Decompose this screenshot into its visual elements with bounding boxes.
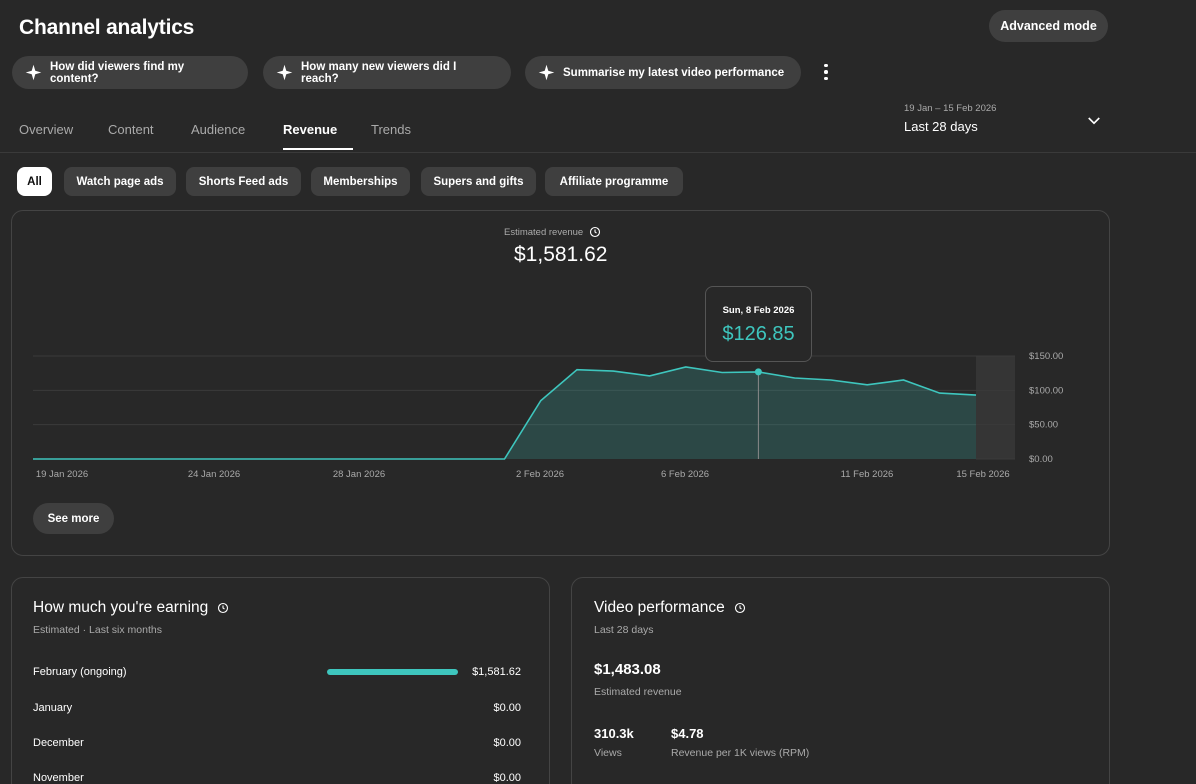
prompt-chip-label: How did viewers find my content? <box>50 60 185 85</box>
video-revenue-value: $1,483.08 <box>594 661 661 678</box>
earnings-month: December <box>33 737 84 749</box>
see-more-button[interactable]: See more <box>33 503 114 534</box>
video-performance-subtitle: Last 28 days <box>594 624 654 636</box>
filter-shorts-feed-ads[interactable]: Shorts Feed ads <box>186 167 301 196</box>
earnings-value: $1,581.62 <box>472 666 521 678</box>
filter-watch-page-ads[interactable]: Watch page ads <box>64 167 176 196</box>
prompt-chip-find-content[interactable]: How did viewers find my content? <box>12 56 248 89</box>
video-revenue-label: Estimated revenue <box>594 686 682 698</box>
active-tab-indicator <box>283 148 353 150</box>
earnings-row: February (ongoing) $1,581.62 <box>33 662 521 682</box>
date-period-selector[interactable]: Last 28 days <box>904 119 978 134</box>
clock-icon <box>218 602 229 614</box>
tab-trends[interactable]: Trends <box>371 122 411 137</box>
earnings-value: $0.00 <box>493 772 521 784</box>
rpm-label: Revenue per 1K views (RPM) <box>671 747 810 759</box>
video-performance-title: Video performance <box>594 599 746 617</box>
earnings-row: November $0.00 <box>33 768 521 784</box>
clock-icon <box>590 226 601 238</box>
earnings-row: December $0.00 <box>33 733 521 753</box>
page-title: Channel analytics <box>19 16 195 39</box>
earnings-subtitle: Estimated · Last six months <box>33 624 162 636</box>
earnings-value: $0.00 <box>493 737 521 749</box>
sparkle-icon <box>276 64 293 81</box>
earnings-title-text: How much you're earning <box>33 599 209 616</box>
earnings-month: January <box>33 702 73 714</box>
date-range: 19 Jan – 15 Feb 2026 <box>904 103 997 114</box>
earnings-title: How much you're earning <box>33 599 229 617</box>
chevron-down-icon[interactable] <box>1085 112 1103 130</box>
tab-audience[interactable]: Audience <box>191 122 245 137</box>
tab-content[interactable]: Content <box>108 122 154 137</box>
earnings-bar <box>327 669 458 675</box>
rpm-value: $4.78 <box>671 726 704 741</box>
estimated-revenue-text: Estimated revenue <box>504 226 584 238</box>
filter-affiliate-programme[interactable]: Affiliate programme <box>545 167 683 196</box>
views-value: 310.3k <box>594 726 634 741</box>
prompt-chip-new-viewers[interactable]: How many new viewers did I reach? <box>263 56 511 89</box>
tabs-divider <box>0 152 1196 153</box>
estimated-revenue-label: Estimated revenue <box>504 226 601 238</box>
clock-icon <box>734 602 745 614</box>
tooltip-date: Sun, 8 Feb 2026 <box>722 305 795 316</box>
more-options-icon[interactable] <box>818 60 834 84</box>
estimated-revenue-value: $1,581.62 <box>514 243 608 266</box>
sparkle-icon <box>25 64 42 81</box>
earnings-value: $0.00 <box>493 702 521 714</box>
sparkle-icon <box>538 64 555 81</box>
earnings-month: February (ongoing) <box>33 666 127 678</box>
earnings-month: November <box>33 772 84 784</box>
filter-supers-and-gifts[interactable]: Supers and gifts <box>421 167 536 196</box>
tab-overview[interactable]: Overview <box>19 122 73 137</box>
prompt-chip-latest-video[interactable]: Summarise my latest video performance <box>525 56 801 89</box>
advanced-mode-button[interactable]: Advanced mode <box>989 10 1108 42</box>
prompt-chip-label: How many new viewers did I reach? <box>301 60 457 85</box>
views-label: Views <box>594 747 622 759</box>
chart-tooltip: Sun, 8 Feb 2026 $126.85 <box>705 286 812 362</box>
prompt-chip-label: Summarise my latest video performance <box>563 66 785 79</box>
filter-all[interactable]: All <box>17 167 52 196</box>
tab-revenue[interactable]: Revenue <box>283 122 337 137</box>
earnings-row: January $0.00 <box>33 698 521 718</box>
tooltip-value: $126.85 <box>722 323 795 345</box>
video-performance-title-text: Video performance <box>594 599 725 616</box>
filter-memberships[interactable]: Memberships <box>311 167 410 196</box>
